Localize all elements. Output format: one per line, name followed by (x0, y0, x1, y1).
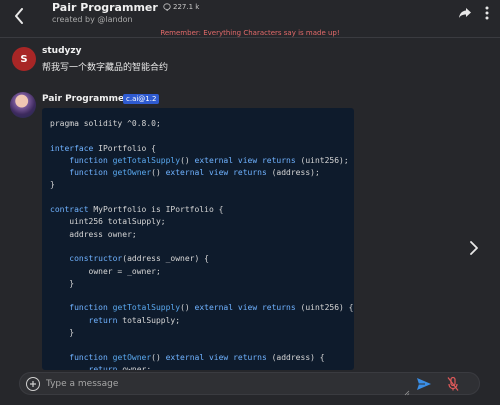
code-line: interface IPortfolio { (50, 143, 156, 153)
code-line: owner = _owner; (50, 266, 161, 276)
model-badge: c.ai@1.2 (123, 94, 160, 104)
send-button[interactable] (416, 376, 432, 392)
code-line: return owner; (88, 364, 152, 370)
interaction-count-value: 227.1 k (173, 3, 200, 11)
code-line: function getTotalSupply() external view … (69, 303, 354, 313)
user-name: studyzy (42, 46, 82, 56)
code-line: return totalSupply; (88, 315, 181, 325)
code-line: contract MyPortfolio is IPortfolio { (50, 205, 224, 215)
user-avatar: S (12, 47, 36, 71)
more-options-button[interactable] (479, 5, 495, 21)
code-line: constructor(address _owner) { (69, 254, 209, 264)
next-response-button[interactable] (468, 240, 480, 255)
code-line: function getTotalSupply() external view … (69, 155, 349, 165)
resize-handle-icon[interactable] (404, 390, 410, 396)
code-line: } (50, 278, 75, 288)
share-button[interactable] (457, 5, 473, 21)
code-line: function getOwner() external view return… (69, 352, 325, 362)
message-composer (19, 372, 480, 395)
chevron-right-icon (470, 241, 478, 255)
chevron-left-icon (15, 8, 23, 24)
message-input[interactable] (46, 375, 406, 393)
disclaimer-notice: Remember: Everything Characters say is m… (160, 29, 340, 37)
code-line: } (50, 328, 75, 338)
mic-off-icon (447, 376, 459, 391)
code-line: function getOwner() external view return… (69, 168, 320, 178)
header-divider (0, 37, 500, 38)
mute-mic-button[interactable] (447, 376, 459, 392)
plus-icon (30, 381, 36, 387)
add-attachment-button[interactable] (26, 377, 40, 391)
chat-bubble-icon (163, 3, 171, 11)
code-line: pragma solidity ^0.8.0; (50, 119, 161, 128)
interaction-count: 227.1 k (163, 3, 199, 11)
code-line: } (50, 180, 55, 190)
share-arrow-icon (459, 8, 471, 18)
user-message-text: 帮我写一个数字藏品的智能合约 (42, 63, 169, 73)
code-line: address owner; (50, 229, 137, 239)
creator-label[interactable]: created by @landon (52, 15, 133, 24)
back-button[interactable] (8, 5, 30, 27)
send-icon (417, 378, 431, 390)
code-line: uint256 totalSupply; (50, 217, 166, 227)
character-title: Pair Programmer (52, 1, 158, 14)
bot-avatar (10, 92, 36, 118)
bot-name: Pair Programmer (42, 94, 129, 104)
kebab-menu-icon (485, 6, 489, 20)
code-block: pragma solidity ^0.8.0; interface IPortf… (42, 108, 354, 370)
